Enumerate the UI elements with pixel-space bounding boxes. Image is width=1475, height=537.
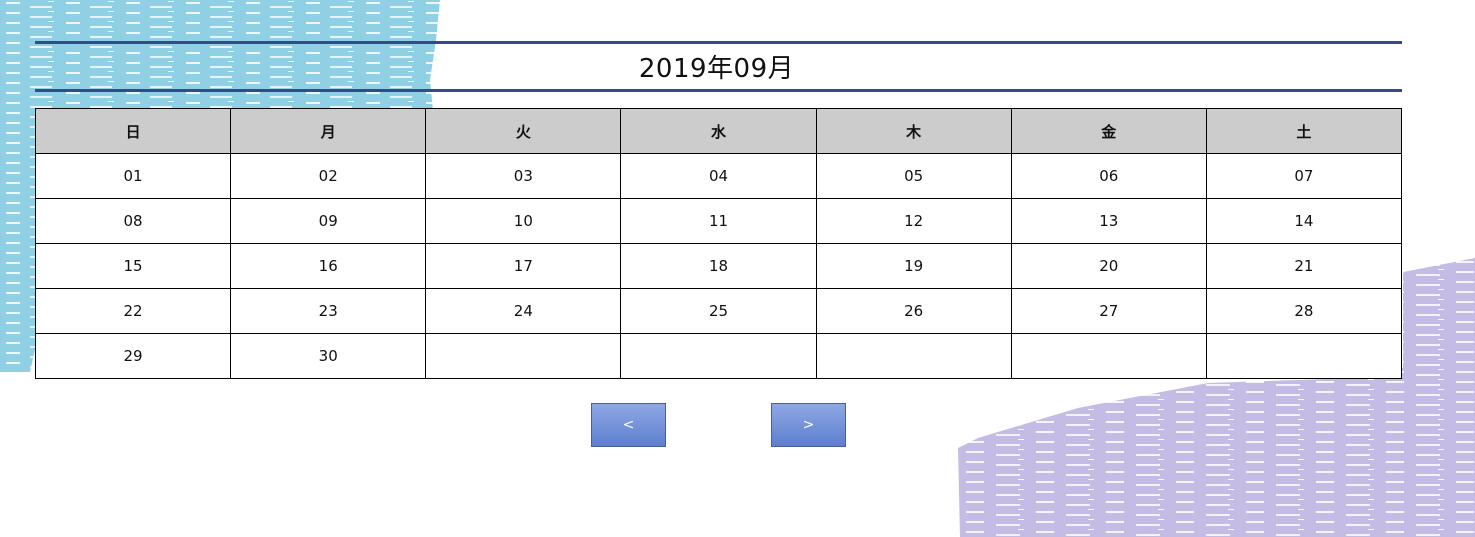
weekday-header-wed: 水 xyxy=(620,108,817,154)
day-cell: 26 xyxy=(815,288,1012,334)
day-cell: 05 xyxy=(815,153,1012,199)
weekday-header-sat: 土 xyxy=(1205,108,1403,154)
day-cell: 13 xyxy=(1010,198,1207,244)
day-cell xyxy=(1010,333,1207,379)
day-cell: 16 xyxy=(230,243,427,289)
day-cell: 27 xyxy=(1010,288,1207,334)
day-cell: 09 xyxy=(230,198,427,244)
day-cell: 22 xyxy=(34,288,232,334)
day-cell: 24 xyxy=(425,288,622,334)
weekday-header-mon: 月 xyxy=(230,108,427,154)
weekday-header-fri: 金 xyxy=(1010,108,1207,154)
week-row: 08 09 10 11 12 13 14 xyxy=(34,198,1403,244)
day-cell: 12 xyxy=(815,198,1012,244)
day-cell: 04 xyxy=(620,153,817,199)
day-cell xyxy=(815,333,1012,379)
day-cell: 19 xyxy=(815,243,1012,289)
prev-month-button[interactable]: < xyxy=(591,403,666,447)
week-row: 29 30 xyxy=(34,333,1403,379)
day-cell xyxy=(1205,333,1403,379)
week-row: 22 23 24 25 26 27 28 xyxy=(34,288,1403,334)
day-cell: 08 xyxy=(34,198,232,244)
month-title: 2019年09月 xyxy=(638,54,795,84)
day-cell: 15 xyxy=(34,243,232,289)
week-row: 01 02 03 04 05 06 07 xyxy=(34,153,1403,199)
day-cell: 11 xyxy=(620,198,817,244)
day-cell: 25 xyxy=(620,288,817,334)
day-cell: 01 xyxy=(34,153,232,199)
day-cell: 30 xyxy=(230,333,427,379)
day-cell: 06 xyxy=(1010,153,1207,199)
day-cell: 18 xyxy=(620,243,817,289)
day-cell: 20 xyxy=(1010,243,1207,289)
day-cell: 10 xyxy=(425,198,622,244)
day-cell xyxy=(620,333,817,379)
day-cell xyxy=(425,333,622,379)
day-cell: 17 xyxy=(425,243,622,289)
day-cell: 03 xyxy=(425,153,622,199)
month-title-bar: 2019年09月 xyxy=(35,41,1402,92)
week-row: 15 16 17 18 19 20 21 xyxy=(34,243,1403,289)
next-month-button[interactable]: > xyxy=(771,403,846,447)
day-cell: 29 xyxy=(34,333,232,379)
calendar-grid: 日 月 火 水 木 金 土 01 02 03 04 05 06 07 08 09 xyxy=(34,108,1403,379)
day-cell: 14 xyxy=(1205,198,1403,244)
day-cell: 23 xyxy=(230,288,427,334)
weekday-header-thu: 木 xyxy=(815,108,1012,154)
weekday-header-sun: 日 xyxy=(34,108,232,154)
day-cell: 28 xyxy=(1205,288,1403,334)
calendar-page: 2019年09月 日 月 火 水 木 金 土 01 02 03 04 05 06… xyxy=(0,0,1475,537)
day-cell: 21 xyxy=(1205,243,1403,289)
day-cell: 02 xyxy=(230,153,427,199)
weekday-header-tue: 火 xyxy=(425,108,622,154)
day-cell: 07 xyxy=(1205,153,1403,199)
weekday-header-row: 日 月 火 水 木 金 土 xyxy=(34,108,1403,154)
